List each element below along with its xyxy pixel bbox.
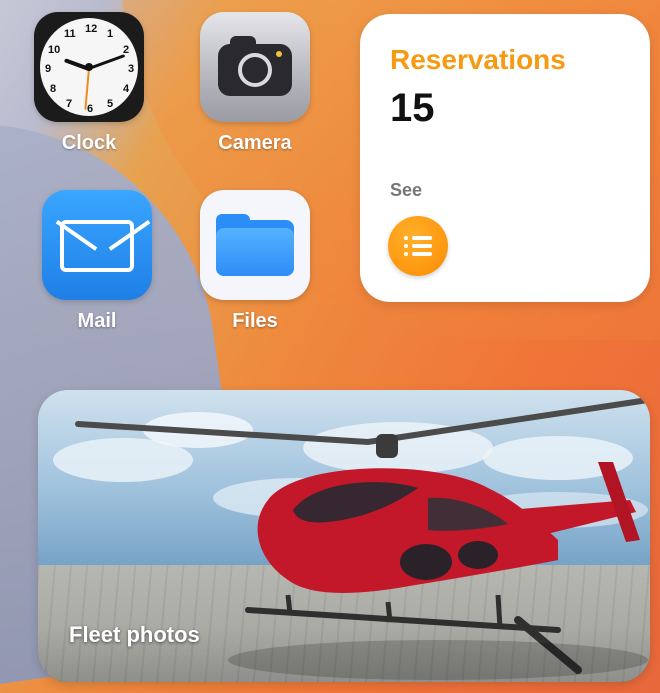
app-label-camera: Camera [218, 132, 292, 154]
app-clock[interactable]: 12 1 2 3 4 5 6 7 8 9 10 11 Clock [29, 12, 149, 155]
home-screen: 12 1 2 3 4 5 6 7 8 9 10 11 Clock Camera … [0, 0, 660, 693]
app-label-files: Files [232, 310, 278, 332]
see-list-button[interactable] [388, 216, 448, 276]
files-icon [200, 190, 310, 300]
app-label-clock: Clock [61, 132, 117, 154]
app-files[interactable]: Files [195, 190, 315, 333]
app-label-mail: Mail [77, 310, 117, 332]
mail-icon [42, 190, 152, 300]
photo-caption: Fleet photos [69, 622, 200, 647]
fleet-photos-widget[interactable]: Fleet photos [38, 390, 650, 682]
list-icon [404, 234, 432, 258]
reservations-widget[interactable]: Reservations 15 See [360, 14, 650, 302]
widget-title: Reservations [390, 44, 566, 75]
see-label: See [390, 180, 423, 200]
camera-icon [200, 12, 310, 122]
app-camera[interactable]: Camera [195, 12, 315, 155]
app-mail[interactable]: Mail [37, 190, 157, 333]
reservations-count: 15 [390, 86, 435, 130]
clock-icon: 12 1 2 3 4 5 6 7 8 9 10 11 [34, 12, 144, 122]
